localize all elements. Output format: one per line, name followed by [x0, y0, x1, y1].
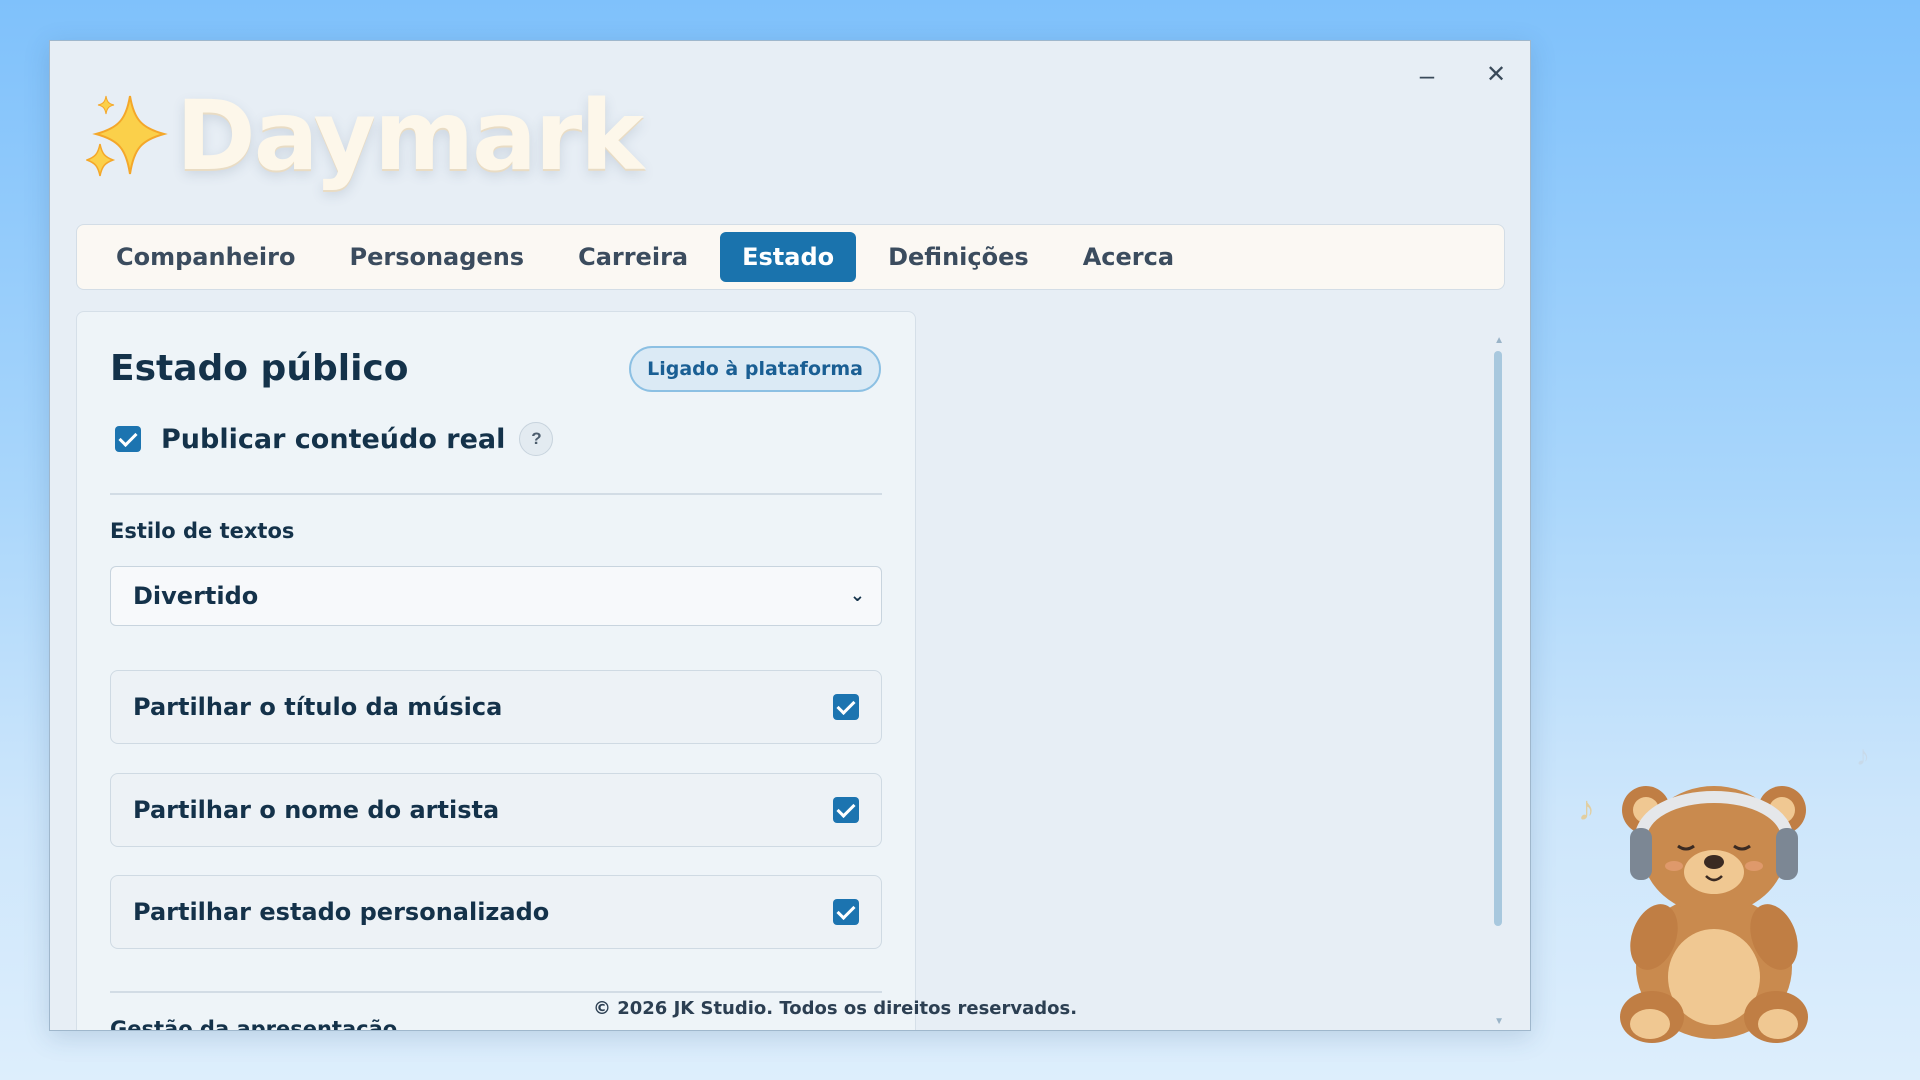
- sparkle-icon: [86, 95, 168, 177]
- connection-badge: Ligado à plataforma: [629, 346, 881, 392]
- tab-acerca[interactable]: Acerca: [1061, 232, 1196, 282]
- publish-row: Publicar conteúdo real ?: [115, 422, 554, 456]
- text-style-label: Estilo de textos: [110, 519, 295, 543]
- footer-copyright: © 2026 JK Studio. Todos os direitos rese…: [592, 998, 1078, 1019]
- app-window: – ✕ Daymark Companheiro Personagens Carr…: [49, 40, 1531, 1031]
- section-title: Estado público: [110, 348, 409, 389]
- bear-mascot: [1620, 786, 1808, 1043]
- minimize-button[interactable]: –: [1407, 55, 1447, 95]
- app-logo: Daymark: [86, 80, 644, 192]
- divider: [110, 493, 882, 495]
- music-note-icon: ♪: [1856, 740, 1870, 771]
- tab-personagens[interactable]: Personagens: [327, 232, 546, 282]
- option-row-custom-status[interactable]: Partilhar estado personalizado: [110, 875, 882, 949]
- help-icon[interactable]: ?: [519, 422, 554, 456]
- status-card: Estado público Ligado à plataforma Publi…: [76, 311, 916, 1031]
- option-row-artist-name[interactable]: Partilhar o nome do artista: [110, 773, 882, 847]
- presentation-section-label: Gestão da apresentação: [110, 1017, 398, 1031]
- scrollbar[interactable]: [1494, 351, 1502, 926]
- option-row-song-title[interactable]: Partilhar o título da música: [110, 670, 882, 744]
- option-label: Partilhar estado personalizado: [133, 898, 550, 926]
- text-style-value: Divertido: [133, 582, 259, 610]
- option-checkbox[interactable]: [833, 899, 859, 925]
- option-label: Partilhar o nome do artista: [133, 796, 500, 824]
- scroll-up-arrow[interactable]: ▲: [1494, 335, 1504, 346]
- chevron-down-icon: ⌄: [849, 585, 865, 606]
- text-style-select[interactable]: Divertido ⌄: [110, 566, 882, 626]
- tab-carreira[interactable]: Carreira: [556, 232, 710, 282]
- tab-companheiro[interactable]: Companheiro: [94, 232, 317, 282]
- option-checkbox[interactable]: [833, 694, 859, 720]
- tab-definicoes[interactable]: Definições: [866, 232, 1051, 282]
- publish-label: Publicar conteúdo real: [161, 423, 506, 455]
- publish-checkbox[interactable]: [115, 426, 141, 452]
- option-label: Partilhar o título da música: [133, 693, 503, 721]
- close-button[interactable]: ✕: [1476, 55, 1516, 95]
- app-title: Daymark: [176, 80, 644, 192]
- divider: [110, 991, 882, 993]
- option-checkbox[interactable]: [833, 797, 859, 823]
- tab-estado[interactable]: Estado: [720, 232, 857, 282]
- tab-bar: Companheiro Personagens Carreira Estado …: [76, 224, 1505, 290]
